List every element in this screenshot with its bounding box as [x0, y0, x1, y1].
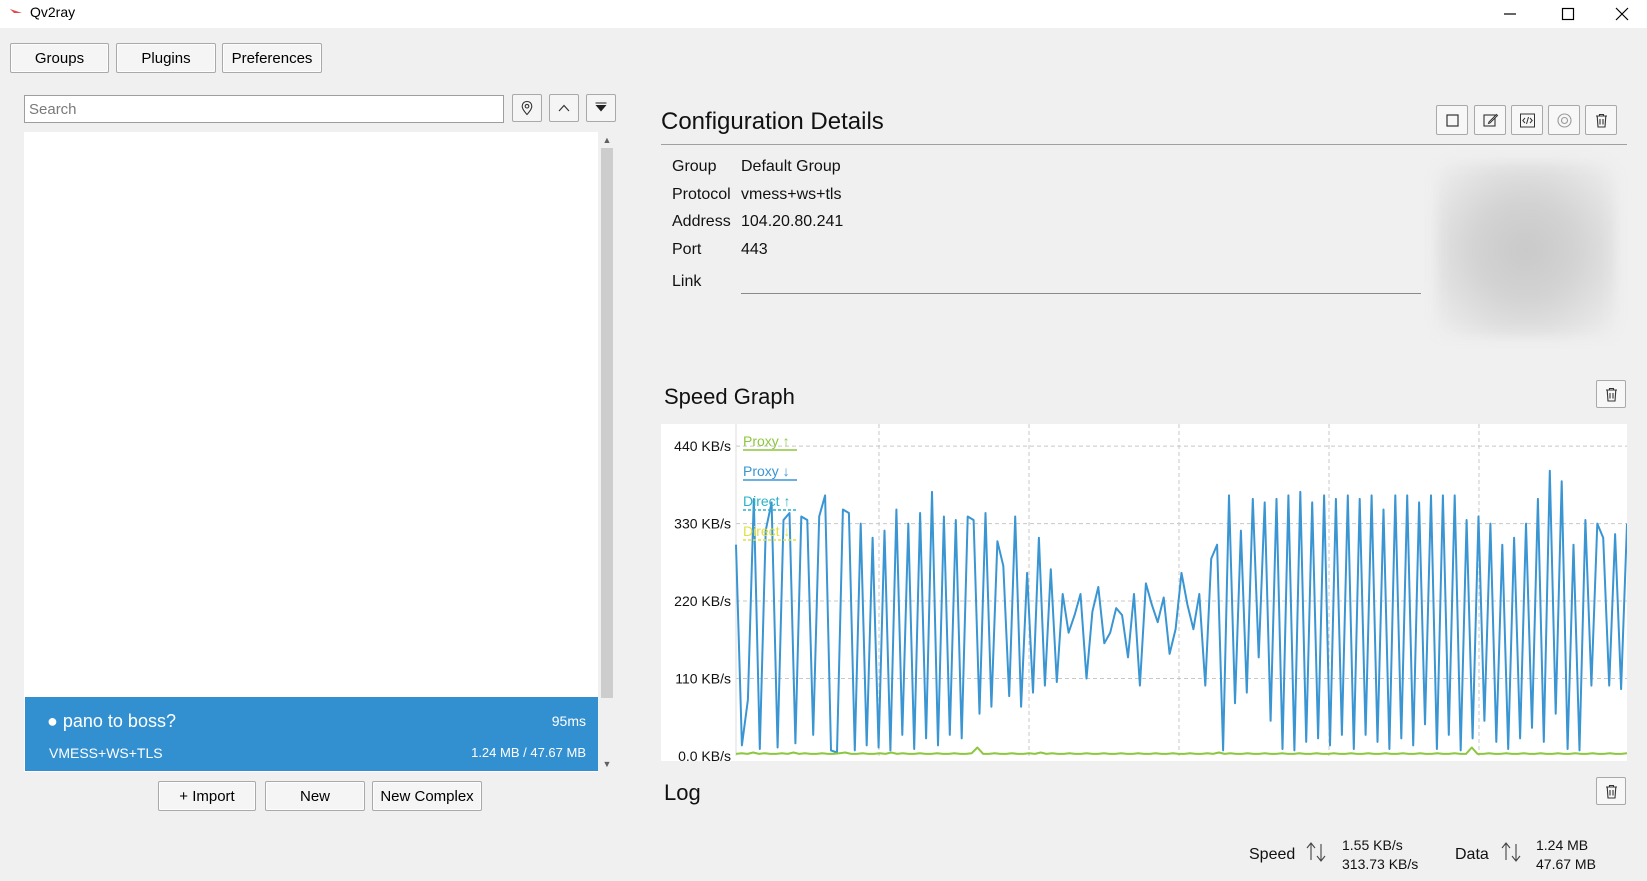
trash-icon — [1605, 387, 1617, 402]
scroll-down-arrow-icon[interactable]: ▼ — [601, 758, 613, 770]
locate-button[interactable] — [512, 94, 542, 122]
connection-latency: 95ms — [551, 713, 586, 729]
window-title: Qv2ray — [30, 4, 76, 20]
speed-graph-title: Speed Graph — [664, 384, 795, 409]
chevron-up-icon — [558, 104, 570, 112]
protocol-value: vmess+ws+tls — [741, 186, 842, 203]
speed-download: 313.73 KB/s — [1342, 856, 1419, 872]
groups-button[interactable]: Groups — [10, 43, 109, 73]
edit-json-button[interactable] — [1511, 105, 1543, 135]
share-button[interactable] — [1548, 105, 1580, 135]
connection-data-usage: 1.24 MB / 47.67 MB — [471, 745, 586, 760]
close-icon — [1615, 7, 1628, 21]
address-label: Address — [672, 213, 731, 230]
y-tick-label: 110 KB/s — [675, 671, 731, 687]
scroll-thumb[interactable] — [601, 148, 613, 698]
connection-item[interactable]: ● pano to boss? 95ms VMESS+WS+TLS 1.24 M… — [25, 697, 598, 771]
plugins-button[interactable]: Plugins — [116, 43, 216, 73]
link-label: Link — [672, 273, 702, 290]
speed-graph: 440 KB/s 330 KB/s 220 KB/s 110 KB/s 0.0 KB/s… — [661, 424, 1627, 761]
clear-log-button[interactable] — [1596, 777, 1626, 805]
code-icon — [1519, 113, 1535, 127]
scroll-up-arrow-icon[interactable]: ▲ — [601, 134, 613, 146]
y-tick-label: 440 KB/s — [674, 438, 731, 454]
edit-button[interactable] — [1474, 105, 1506, 135]
trash-icon — [1605, 784, 1617, 799]
preferences-button[interactable]: Preferences — [222, 43, 322, 73]
data-label: Data — [1455, 846, 1489, 863]
share-icon — [1556, 112, 1572, 128]
updown-arrows-icon — [1306, 842, 1326, 862]
y-tick-label: 220 KB/s — [674, 593, 731, 609]
location-pin-icon — [521, 100, 533, 116]
delete-connection-button[interactable] — [1585, 105, 1617, 135]
edit-icon — [1482, 113, 1498, 127]
port-value: 443 — [741, 241, 768, 258]
legend-entry: Direct ↑ — [743, 493, 790, 509]
connect-button[interactable] — [1436, 105, 1468, 135]
series-line — [735, 469, 1627, 754]
new-complex-button[interactable]: New Complex — [372, 781, 482, 811]
legend-entry: Direct ↓ — [743, 523, 790, 539]
group-value: Default Group — [741, 158, 841, 175]
import-button[interactable]: + Import — [158, 781, 256, 811]
data-download: 47.67 MB — [1536, 856, 1596, 872]
square-icon — [1445, 113, 1459, 127]
port-label: Port — [672, 241, 702, 258]
speed-label: Speed — [1249, 846, 1296, 863]
y-tick-label: 330 KB/s — [674, 516, 731, 532]
maximize-icon — [1561, 7, 1575, 21]
trash-icon — [1595, 113, 1607, 128]
address-value: 104.20.80.241 — [741, 213, 844, 230]
sort-dropdown-button[interactable] — [586, 94, 616, 122]
minimize-button[interactable] — [1481, 0, 1539, 28]
connection-list[interactable] — [24, 132, 616, 772]
new-button[interactable]: New — [265, 781, 365, 811]
search-input[interactable] — [24, 95, 504, 123]
triangle-down-icon — [595, 102, 607, 112]
group-label: Group — [672, 158, 717, 175]
speed-upload: 1.55 KB/s — [1342, 837, 1403, 853]
speed-graph-svg: 440 KB/s 330 KB/s 220 KB/s 110 KB/s 0.0 KB/s… — [674, 424, 1627, 761]
legend-entry: Proxy ↑ — [743, 433, 790, 449]
link-underline — [741, 293, 1421, 294]
list-scrollbar[interactable]: ▲ ▼ — [598, 132, 616, 772]
protocol-label: Protocol — [672, 186, 731, 203]
collapse-button[interactable] — [549, 94, 579, 122]
connection-protocol: VMESS+WS+TLS — [49, 745, 163, 761]
data-upload: 1.24 MB — [1536, 837, 1589, 853]
log-title: Log — [664, 780, 701, 805]
updown-arrows-icon — [1501, 842, 1521, 862]
close-button[interactable] — [1596, 0, 1647, 28]
title-bar: Qv2ray — [0, 0, 1647, 28]
y-tick-label: 0.0 KB/s — [678, 748, 731, 761]
maximize-button[interactable] — [1539, 0, 1597, 28]
legend-entry: Proxy ↓ — [743, 463, 790, 479]
minimize-icon — [1504, 13, 1516, 15]
details-divider — [661, 144, 1627, 145]
qv2ray-logo-icon — [10, 9, 22, 17]
series-line — [735, 746, 1627, 755]
connection-name: ● pano to boss? — [47, 711, 176, 731]
qr-code-image — [1436, 162, 1616, 337]
clear-speed-graph-button[interactable] — [1596, 380, 1626, 408]
configuration-details-title: Configuration Details — [661, 108, 884, 135]
